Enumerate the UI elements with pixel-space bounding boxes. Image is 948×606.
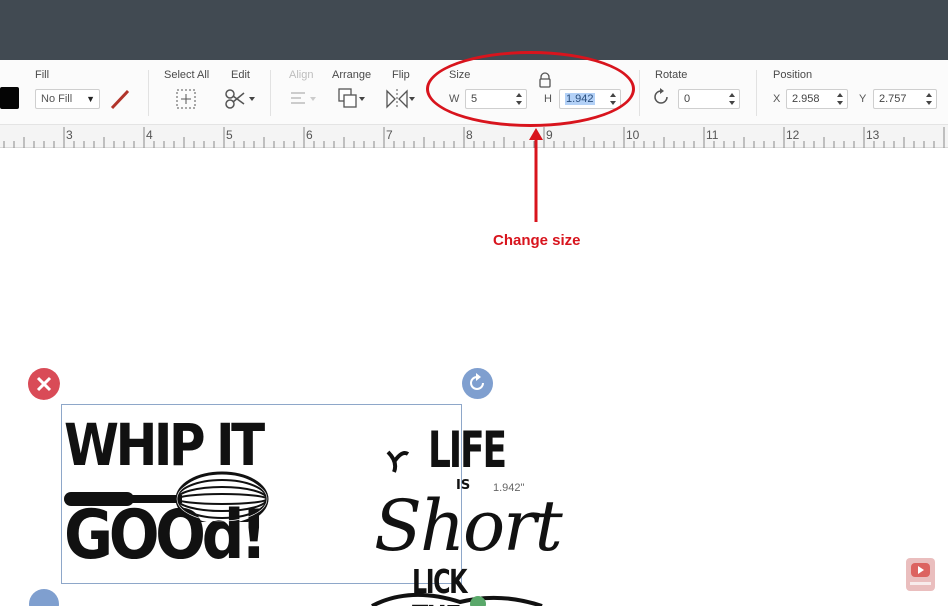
header-bar xyxy=(0,0,948,60)
ruler-ticks xyxy=(3,127,945,148)
position-x-input[interactable]: 2.958 xyxy=(786,89,848,109)
ruler-label: 3 xyxy=(66,128,73,142)
toolbar-divider xyxy=(148,70,149,116)
ruler-label: 8 xyxy=(466,128,473,142)
fill-pen-icon[interactable] xyxy=(109,88,131,110)
rotate-icon xyxy=(654,88,668,104)
stepper-icon[interactable] xyxy=(728,91,736,107)
ruler-label: 9 xyxy=(546,128,553,142)
flip-label: Flip xyxy=(392,69,410,81)
height-dimension-label: 1.942" xyxy=(493,482,525,494)
chevron-down-icon: ▼ xyxy=(86,94,95,104)
arrange-icon[interactable] xyxy=(337,87,367,111)
fill-type-select[interactable]: No Fill ▼ xyxy=(35,89,100,109)
annotation-text: Change size xyxy=(493,232,581,249)
whisk-icon xyxy=(64,471,269,522)
horizontal-ruler: 3 4 5 6 7 8 9 10 11 12 13 xyxy=(0,124,948,148)
ruler-label: 10 xyxy=(626,128,640,142)
annotation-ellipse xyxy=(426,51,635,127)
ruler-label: 11 xyxy=(706,128,719,142)
align-label: Align xyxy=(289,69,314,81)
stepper-icon[interactable] xyxy=(925,91,933,107)
align-icon[interactable] xyxy=(289,89,319,109)
design-text-life: LIFE xyxy=(428,421,507,479)
toolbar-divider xyxy=(639,70,640,116)
rotate-label: Rotate xyxy=(655,69,688,81)
select-all-label: Select All xyxy=(164,69,210,81)
select-all-icon[interactable] xyxy=(175,88,197,110)
ruler-label: 7 xyxy=(386,128,393,142)
delete-handle-icon[interactable] xyxy=(27,367,60,400)
position-label: Position xyxy=(773,69,813,81)
fill-type-value: No Fill xyxy=(41,93,73,105)
position-y-input[interactable]: 2.757 xyxy=(873,89,937,109)
stepper-icon[interactable] xyxy=(836,91,844,107)
ruler-label: 4 xyxy=(146,128,153,142)
scale-handle-icon[interactable] xyxy=(28,588,60,606)
toolbar-divider xyxy=(270,70,271,116)
y-axis-label: Y xyxy=(859,93,867,105)
youtube-icon xyxy=(910,563,931,585)
arrange-label: Arrange xyxy=(332,69,372,81)
heart-sprig-icon xyxy=(386,450,410,473)
flip-icon[interactable] xyxy=(385,87,417,111)
ruler-label: 6 xyxy=(306,128,313,142)
rotate-input[interactable]: 0 xyxy=(678,89,740,109)
position-x-value: 2.958 xyxy=(792,93,820,105)
ruler-label: 5 xyxy=(226,128,233,142)
subscribe-watermark[interactable] xyxy=(906,558,935,591)
rotate-handle-icon[interactable] xyxy=(461,367,494,400)
design-whip-it-good[interactable]: WHIP IT GOOd! xyxy=(64,412,364,584)
position-y-value: 2.757 xyxy=(879,93,907,105)
edit-label: Edit xyxy=(231,69,250,81)
fill-label: Fill xyxy=(35,69,50,81)
toolbar-divider xyxy=(756,70,757,116)
design-text-short: Short xyxy=(374,485,563,567)
annotation-arrow xyxy=(529,128,543,222)
ruler-label: 13 xyxy=(866,128,880,142)
design-life-is-short[interactable]: LIFE IS Short LICK THE xyxy=(370,420,563,606)
design-space-window: Fill No Fill ▼ Select All Edit Align Arr… xyxy=(0,0,948,606)
fill-color-swatch[interactable] xyxy=(0,87,19,109)
ruler-label: 12 xyxy=(786,128,800,142)
rotate-value: 0 xyxy=(684,93,691,105)
design-swirl-icon xyxy=(371,592,543,606)
scissors-icon[interactable] xyxy=(224,87,258,111)
x-axis-label: X xyxy=(773,93,781,105)
